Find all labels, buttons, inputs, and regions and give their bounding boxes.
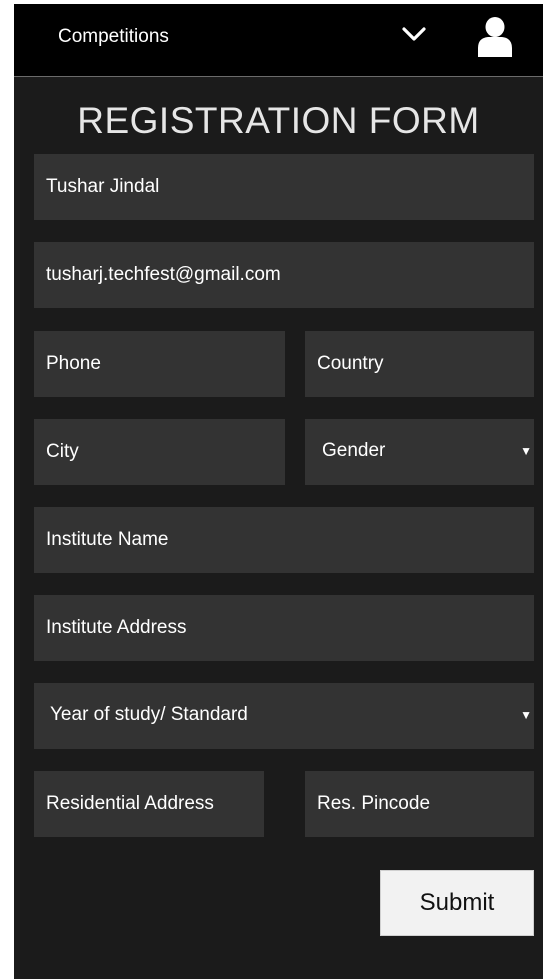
account-button[interactable]: [477, 16, 513, 58]
page: Competitions REGISTRATION FORM Gender ▼: [14, 4, 543, 979]
year-of-study-select-value: Year of study/ Standard: [50, 704, 248, 725]
dropdown-arrow-icon: ▼: [520, 708, 532, 722]
submit-button[interactable]: Submit: [380, 870, 534, 936]
phone-field[interactable]: [34, 331, 285, 397]
name-field[interactable]: [34, 154, 534, 220]
country-field[interactable]: [305, 331, 534, 397]
year-of-study-select[interactable]: Year of study/ Standard ▼: [34, 683, 534, 749]
institute-address-field[interactable]: [34, 595, 534, 661]
city-field[interactable]: [34, 419, 285, 485]
chevron-down-icon: [402, 24, 426, 44]
institute-name-field[interactable]: [34, 507, 534, 573]
top-nav-bar: Competitions: [14, 4, 543, 77]
residential-address-field[interactable]: [34, 771, 264, 837]
gender-select[interactable]: Gender ▼: [305, 419, 534, 485]
nav-title[interactable]: Competitions: [58, 26, 169, 48]
dropdown-arrow-icon: ▼: [520, 444, 532, 458]
nav-dropdown-button[interactable]: [402, 24, 426, 44]
email-field[interactable]: [34, 242, 534, 308]
user-icon: [477, 16, 513, 58]
pincode-field[interactable]: [305, 771, 534, 837]
form-title: REGISTRATION FORM: [77, 100, 480, 141]
gender-select-value: Gender: [322, 440, 386, 461]
